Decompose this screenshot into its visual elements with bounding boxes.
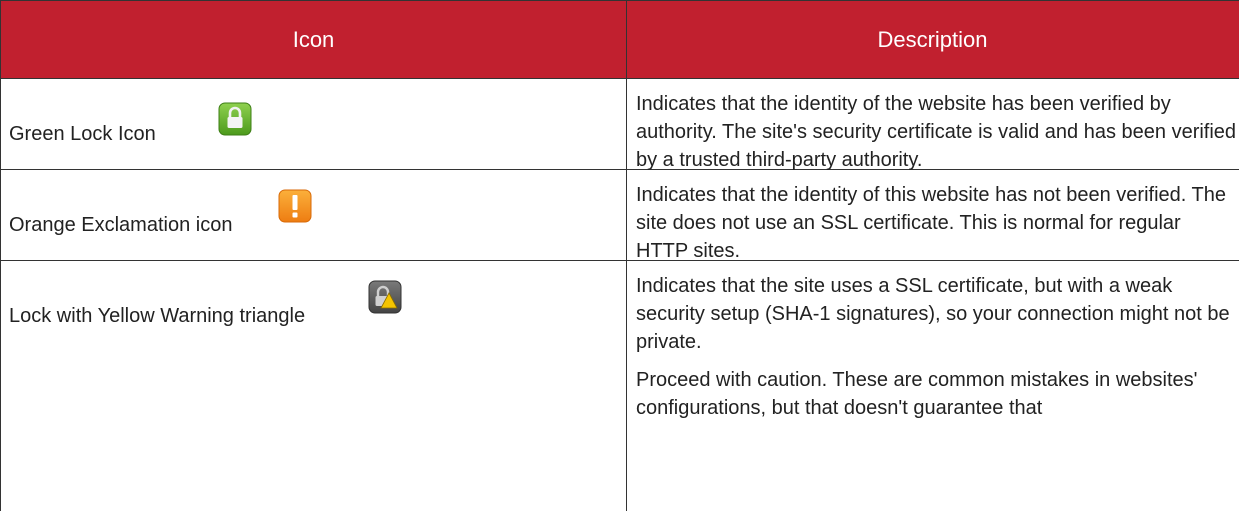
icon-cell: Lock with Yellow Warning triangle (1, 261, 627, 511)
icon-cell: Orange Exclamation icon (1, 170, 627, 260)
icon-label: Orange Exclamation icon (9, 214, 233, 236)
lock-warning-triangle-icon (368, 280, 402, 314)
description-cell: Indicates that the identity of the websi… (627, 79, 1238, 171)
icon-label: Green Lock Icon (9, 123, 156, 145)
description-text: Indicates that the identity of this webs… (636, 184, 1226, 262)
description-text: Proceed with caution. These are common m… (636, 369, 1198, 419)
orange-exclamation-icon (278, 189, 312, 223)
description-cell: Indicates that the site uses a SSL certi… (627, 261, 1238, 511)
description-text: Indicates that the identity of the websi… (636, 93, 1237, 171)
table-row: Lock with Yellow Warning triangle Indica… (1, 261, 1239, 511)
icon-cell: Green Lock Icon (1, 79, 627, 169)
table-row: Green Lock Icon Indicates that the ident… (1, 79, 1239, 171)
description-cell: Indicates that the identity of this webs… (627, 170, 1238, 262)
description-text: Indicates that the site uses a SSL certi… (636, 275, 1230, 353)
icon-label: Lock with Yellow Warning triangle (9, 305, 306, 327)
table-row: Orange Exclamation icon Indicates that t… (1, 170, 1239, 262)
icon-description-table: Icon Description Green Lock Icon Indicat… (0, 0, 1239, 511)
column-header-icon: Icon (1, 1, 627, 78)
green-lock-icon (218, 102, 252, 136)
table-header-row: Icon Description (1, 0, 1239, 79)
column-header-description: Description (877, 27, 988, 52)
